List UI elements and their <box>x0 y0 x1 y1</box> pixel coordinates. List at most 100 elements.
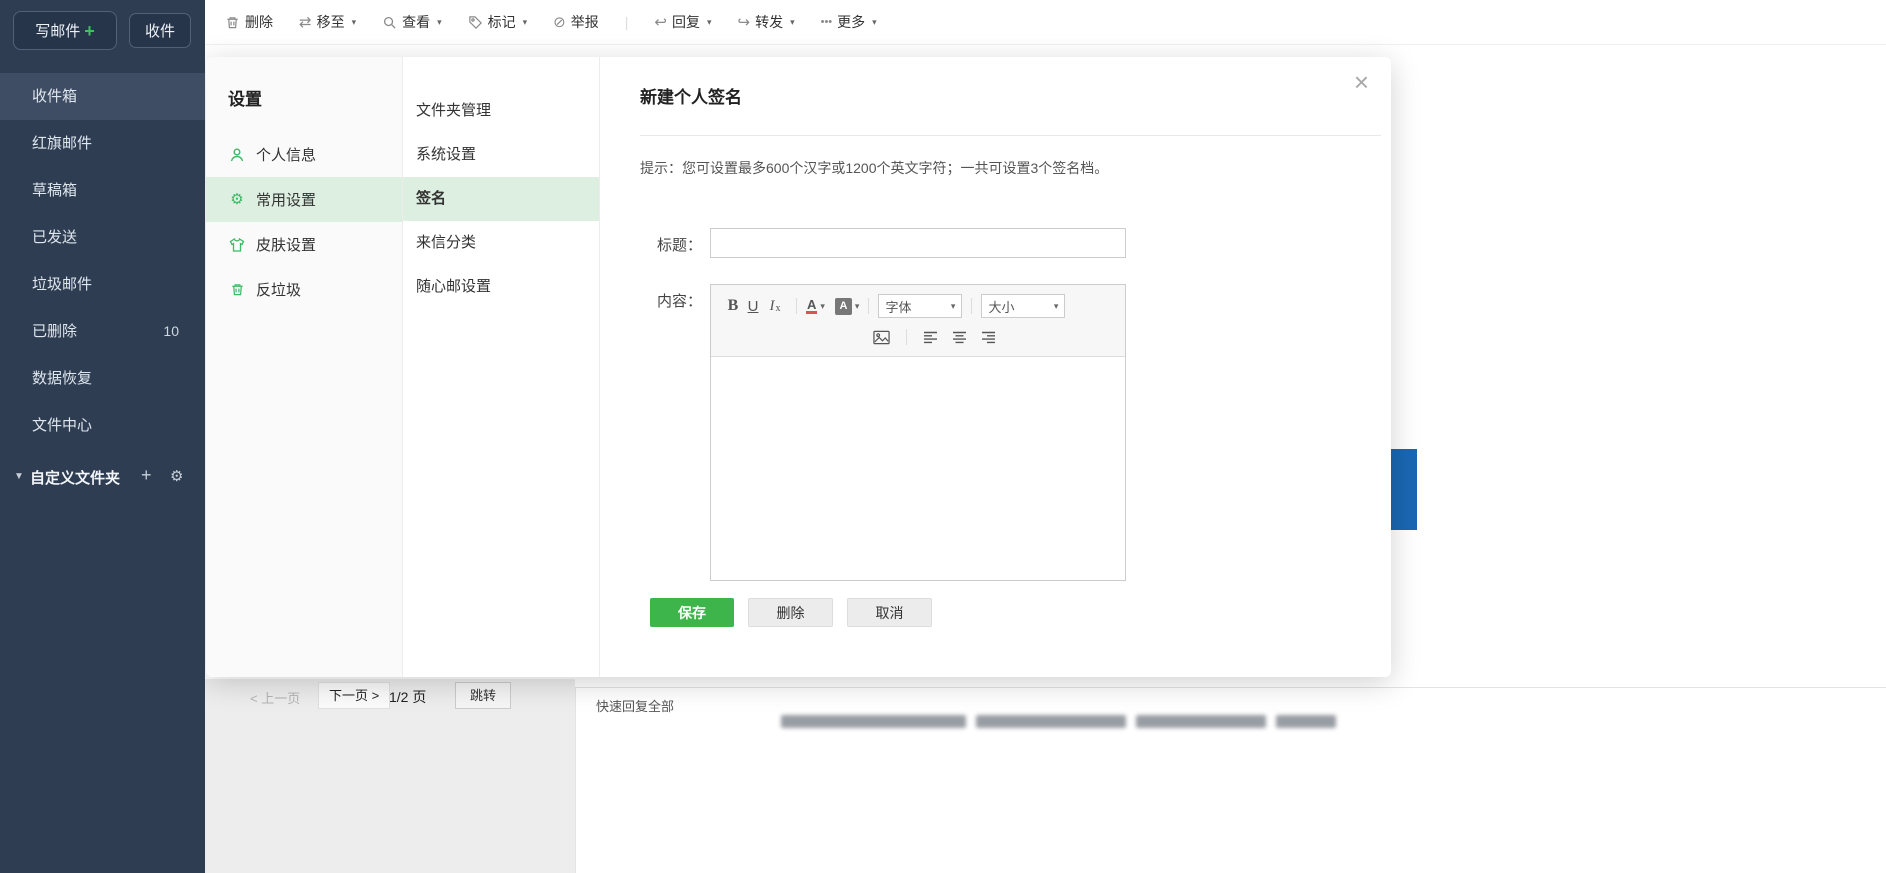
sidebar-item-label: 收件箱 <box>32 88 78 105</box>
view-label: 查看 <box>402 14 431 30</box>
sidebar-item-inbox[interactable]: 收件箱 <box>0 73 205 120</box>
jump-page-button[interactable]: 跳转 <box>455 682 511 709</box>
blurred-text <box>781 715 1336 728</box>
delete-signature-button[interactable]: 删除 <box>748 598 833 627</box>
collapse-caret-icon: ▼ <box>14 471 24 482</box>
sidebar: 写邮件 + 收件 收件箱 红旗邮件 草稿箱 已发送 垃圾邮件 已删除 10 数据… <box>0 0 205 873</box>
nav-item-label: 反垃圾 <box>256 282 302 299</box>
settings-subnav-panel: 文件夹管理 系统设置 签名 来信分类 随心邮设置 <box>403 57 600 677</box>
view-button[interactable]: 查看 ▾ <box>382 12 442 32</box>
title-divider <box>640 135 1381 136</box>
compose-button[interactable]: 写邮件 + <box>13 11 117 50</box>
font-color-letter: A <box>806 297 818 314</box>
remove-format-button[interactable]: I x <box>763 298 787 314</box>
sidebar-item-junk[interactable]: 垃圾邮件 <box>0 261 205 308</box>
underline-button[interactable]: U <box>743 299 763 314</box>
align-center-icon <box>952 331 967 344</box>
remove-format-x: x <box>775 302 781 314</box>
subnav-folder-management[interactable]: 文件夹管理 <box>403 89 599 133</box>
plus-icon: + <box>84 20 95 41</box>
next-page-button[interactable]: 下一页 > <box>318 682 391 709</box>
sidebar-item-drafts[interactable]: 草稿箱 <box>0 167 205 214</box>
mark-button[interactable]: 标记 ▾ <box>468 12 528 32</box>
add-folder-icon[interactable]: + <box>141 465 152 486</box>
trash-icon <box>225 15 240 30</box>
settings-modal: 设置 个人信息 ⚙ 常用设置 皮肤设置 反垃圾 文件夹管理 系统设置 签名 来信… <box>206 57 1391 677</box>
subnav-suixin-mail-settings[interactable]: 随心邮设置 <box>403 265 599 309</box>
page-indicator: 1/2 页 <box>389 689 427 705</box>
mail-toolbar: 删除 ⇄ 移至 ▾ 查看 ▾ 标记 ▾ ⊘ 举报 | ↩ 回复 ▾ ↪ 转发 ▾… <box>205 0 1886 45</box>
user-icon <box>228 147 246 163</box>
close-icon[interactable]: × <box>1354 69 1369 95</box>
save-button[interactable]: 保存 <box>650 598 734 627</box>
custom-folder-header[interactable]: ▼ 自定义文件夹 + ⚙ <box>0 462 205 492</box>
align-center-button[interactable] <box>952 331 967 344</box>
sidebar-item-label: 数据恢复 <box>32 370 93 387</box>
toolbar-divider <box>868 298 870 314</box>
reply-button[interactable]: ↩ 回复 ▾ <box>654 12 711 32</box>
nav-item-label: 个人信息 <box>256 147 317 164</box>
folder-settings-gear-icon[interactable]: ⚙ <box>170 467 183 485</box>
font-color-button[interactable]: A ▾ <box>806 298 825 314</box>
sidebar-item-sent[interactable]: 已发送 <box>0 214 205 261</box>
report-button[interactable]: ⊘ 举报 <box>553 12 599 32</box>
deleted-count-badge: 10 <box>163 323 179 339</box>
signature-content-area[interactable] <box>711 357 1125 580</box>
nav-item-personal-info[interactable]: 个人信息 <box>206 132 402 177</box>
blurred-text-segment <box>1276 715 1336 728</box>
blurred-text-segment <box>1136 715 1266 728</box>
nav-item-skin-settings[interactable]: 皮肤设置 <box>206 222 402 267</box>
sidebar-item-deleted[interactable]: 已删除 10 <box>0 308 205 355</box>
subnav-system-settings[interactable]: 系统设置 <box>403 133 599 177</box>
nav-item-general-settings[interactable]: ⚙ 常用设置 <box>206 177 402 222</box>
insert-image-button[interactable] <box>873 330 890 345</box>
chevron-down-icon: ▾ <box>522 16 528 27</box>
tag-icon <box>468 15 483 30</box>
title-field-label: 标题： <box>656 237 702 254</box>
content-field-label: 内容： <box>656 293 702 310</box>
reply-arrow-icon: ↩ <box>654 13 667 31</box>
settings-nav-panel: 设置 个人信息 ⚙ 常用设置 皮肤设置 反垃圾 <box>206 57 403 677</box>
fill-color-button[interactable]: A ▾ <box>834 297 860 315</box>
align-right-icon <box>981 331 996 344</box>
sidebar-item-label: 草稿箱 <box>32 182 78 199</box>
sidebar-item-file-center[interactable]: 文件中心 <box>0 402 205 449</box>
subnav-mail-classification[interactable]: 来信分类 <box>403 221 599 265</box>
signature-tip-text: 提示：您可设置最多600个汉字或1200个英文字符；一共可设置3个签名档。 <box>640 160 1109 176</box>
receive-button[interactable]: 收件 <box>129 13 191 48</box>
sidebar-item-flagged[interactable]: 红旗邮件 <box>0 120 205 167</box>
page-title: 新建个人签名 <box>640 88 742 107</box>
more-dots-icon: ••• <box>820 15 833 28</box>
more-button[interactable]: ••• 更多 ▾ <box>821 12 877 32</box>
nav-item-label: 常用设置 <box>256 192 317 209</box>
chevron-down-icon: ▾ <box>790 16 795 27</box>
receive-button-label: 收件 <box>144 23 175 40</box>
font-size-select[interactable]: 大小 ▾ <box>981 294 1066 318</box>
mark-label: 标记 <box>487 14 516 30</box>
shirt-icon <box>228 237 246 253</box>
chevron-down-icon: ▾ <box>950 300 956 311</box>
align-left-button[interactable] <box>923 331 938 344</box>
align-left-icon <box>923 331 938 344</box>
toolbar-divider <box>971 298 973 314</box>
blurred-text-segment <box>781 715 966 728</box>
forward-label: 转发 <box>755 14 784 30</box>
align-right-button[interactable] <box>981 331 996 344</box>
nav-item-antispam[interactable]: 反垃圾 <box>206 267 402 312</box>
signature-content-panel: × 新建个人签名 提示：您可设置最多600个汉字或1200个英文字符；一共可设置… <box>600 57 1391 677</box>
chevron-down-icon: ▾ <box>872 16 877 27</box>
subnav-signature[interactable]: 签名 <box>403 177 599 221</box>
bold-button[interactable]: B <box>723 298 743 314</box>
reply-label: 回复 <box>671 14 700 30</box>
font-family-value: 字体 <box>885 299 912 315</box>
chevron-down-icon: ▾ <box>351 16 357 27</box>
signature-title-input[interactable] <box>710 228 1126 258</box>
forward-button[interactable]: ↪ 转发 ▾ <box>738 12 795 32</box>
prev-page-button[interactable]: < 上一页 <box>250 688 300 707</box>
delete-button[interactable]: 删除 <box>225 12 273 32</box>
move-to-button[interactable]: ⇄ 移至 ▾ <box>299 12 356 32</box>
cancel-button[interactable]: 取消 <box>847 598 932 627</box>
sidebar-item-data-restore[interactable]: 数据恢复 <box>0 355 205 402</box>
font-family-select[interactable]: 字体 ▾ <box>878 294 963 318</box>
chevron-down-icon: ▾ <box>854 300 860 311</box>
